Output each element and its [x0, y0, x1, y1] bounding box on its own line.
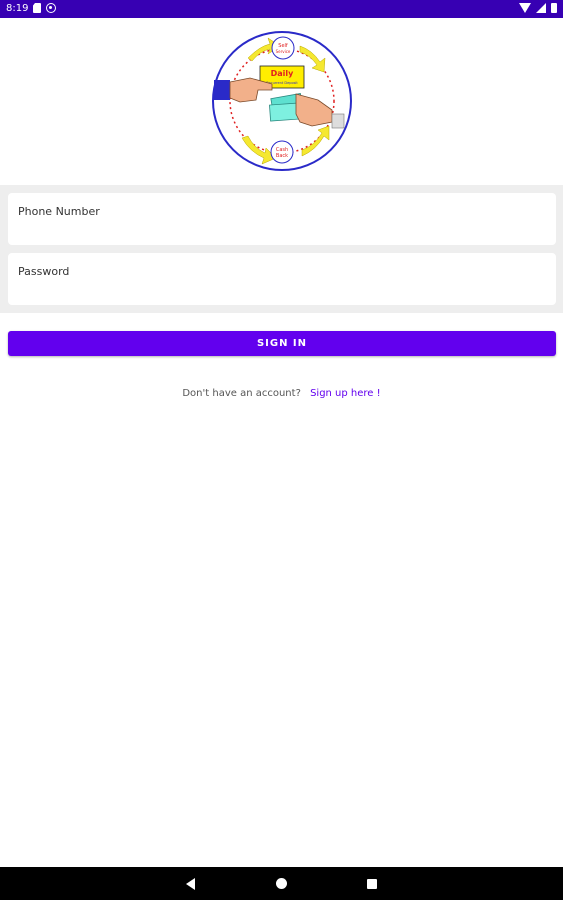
status-left-icons: [33, 3, 56, 13]
phone-number-field[interactable]: Phone Number: [8, 193, 556, 245]
phone-number-input[interactable]: [18, 221, 542, 241]
logo-top-label-2: Service: [276, 49, 291, 54]
status-time: 8:19: [6, 3, 29, 14]
logo-area: Self Service Cash Back Daily Recurrent D…: [0, 18, 563, 185]
sd-card-icon: [33, 3, 41, 13]
signup-prompt: Don't have an account?: [182, 388, 301, 399]
signup-link[interactable]: Sign up here !: [310, 388, 381, 399]
battery-icon: [551, 3, 557, 13]
password-label: Password: [18, 265, 70, 278]
at-sign-icon: [46, 3, 56, 13]
phone-number-label: Phone Number: [18, 205, 100, 218]
back-icon[interactable]: [186, 878, 195, 890]
password-field[interactable]: Password: [8, 253, 556, 305]
navigation-bar: [0, 867, 563, 900]
home-icon[interactable]: [276, 878, 287, 889]
recents-icon[interactable]: [367, 879, 377, 889]
app-logo: Self Service Cash Back Daily Recurrent D…: [212, 31, 352, 171]
signal-icon: [536, 3, 546, 13]
logo-badge-title: Daily: [271, 69, 295, 78]
wifi-icon: [519, 3, 531, 13]
status-bar: 8:19: [0, 0, 563, 18]
signup-row: Don't have an account? Sign up here !: [0, 388, 563, 399]
logo-bottom-label-2: Back: [276, 153, 288, 159]
password-input[interactable]: [18, 281, 542, 301]
sign-in-button[interactable]: SIGN IN: [8, 331, 556, 356]
status-right-icons: [519, 3, 557, 13]
